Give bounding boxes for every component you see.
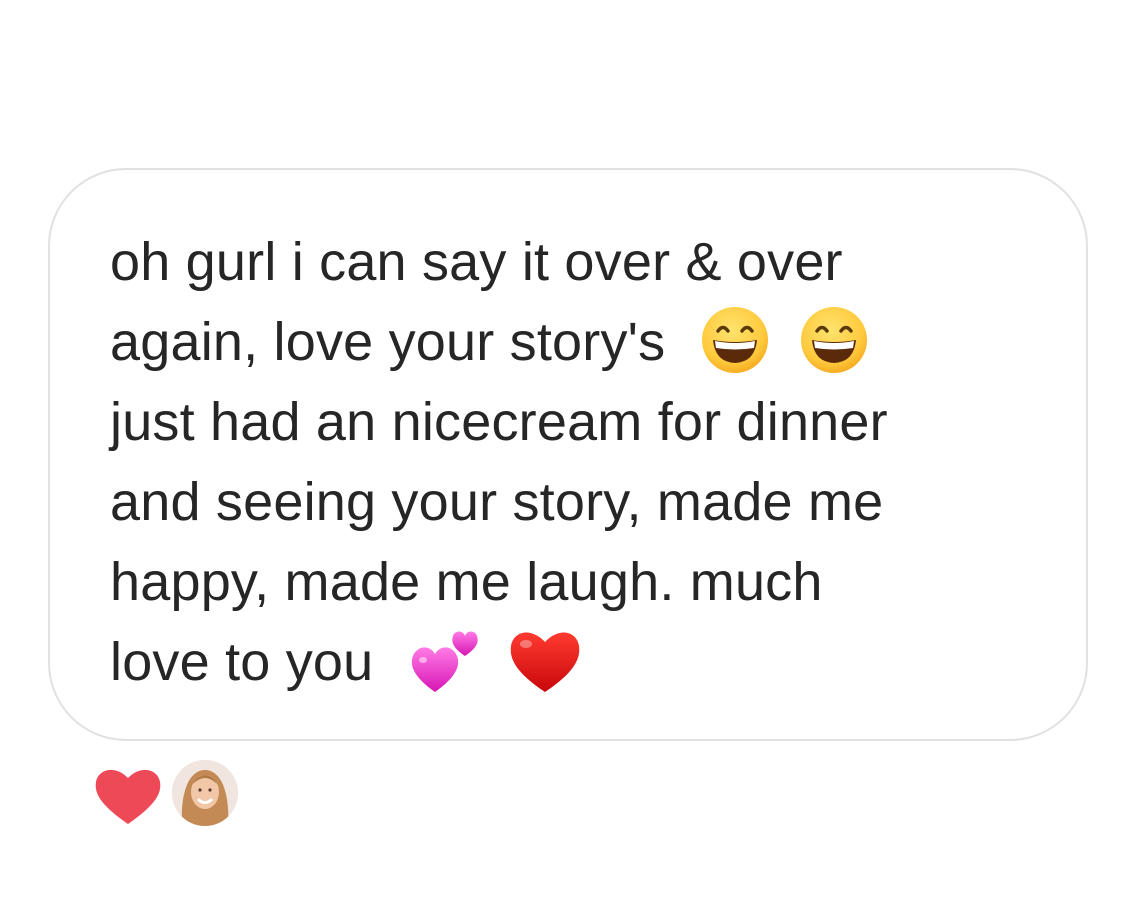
message-line-3: just had an nicecream for dinner [110,392,888,452]
message-line-1: oh gurl i can say it over & over [110,232,843,292]
message-line-6: love to you [110,632,374,692]
avatar[interactable] [172,760,238,826]
message-line-2-row: again, love your story's [110,302,1070,382]
message-line-4: and seeing your story, made me [110,472,884,532]
message-line-6-row: love to you [110,622,1070,702]
two-hearts-emoji-icon [407,622,487,698]
grinning-face-emoji-icon [699,304,771,376]
message-line-2: again, love your story's [110,312,666,372]
message-text: oh gurl i can say it over & over again, … [110,222,1070,702]
heart-icon[interactable] [92,764,164,831]
grinning-face-emoji-icon [798,304,870,376]
message-line-5: happy, made me laugh. much [110,552,823,612]
red-heart-emoji-icon [506,624,584,696]
